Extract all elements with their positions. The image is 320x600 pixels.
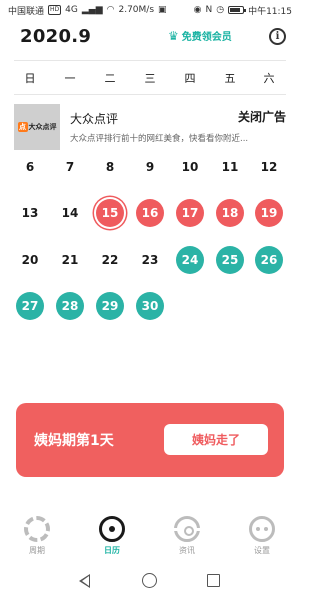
nav-item-cycle[interactable]: 周期 <box>7 516 67 556</box>
calendar-day-fertile[interactable]: 29 <box>96 292 124 320</box>
ad-description: 大众点评排行前十的网红美食，快看看你附近... <box>70 134 249 144</box>
calendar-day-fertile[interactable]: 24 <box>176 246 204 274</box>
calendar-day[interactable]: 11 <box>216 153 244 181</box>
divider <box>14 60 286 61</box>
info-icon: i <box>275 31 280 42</box>
free-vip-button[interactable]: ♛ 免费领会员 <box>168 28 232 44</box>
back-icon[interactable] <box>79 574 90 588</box>
nav-item-settings[interactable]: 设置 <box>232 516 292 556</box>
cycle-icon <box>24 516 50 542</box>
nav-label: 设置 <box>254 546 270 555</box>
eye-icon: ◉ <box>193 4 202 15</box>
calendar-day[interactable]: 21 <box>56 246 84 274</box>
calendar-day[interactable]: 22 <box>96 246 124 274</box>
settings-icon <box>249 516 275 542</box>
calendar-day-period[interactable]: 16 <box>136 199 164 227</box>
header: 2020.9 ♛ 免费领会员 i <box>0 22 300 52</box>
weekday-label: 一 <box>64 72 76 85</box>
dianping-logo: 点 大众点评 <box>14 104 60 150</box>
status-bar: 中国联通 HD 4G ▂▄▆ ◠ 2.70M/s ▣ ◉ N ◷ 中午11:15 <box>0 0 300 20</box>
system-nav-bar <box>0 568 300 600</box>
calendar-day-fertile[interactable]: 25 <box>216 246 244 274</box>
ad-title: 大众点评 <box>70 112 119 126</box>
weekday-header: 日一二三四五六 <box>0 70 300 88</box>
nav-label: 资讯 <box>179 546 195 555</box>
period-day-label: 姨妈期第1天 <box>34 433 114 449</box>
network-speed: 2.70M/s <box>118 5 155 15</box>
month-title[interactable]: 2020.9 <box>20 26 91 47</box>
calendar-day[interactable]: 7 <box>56 153 84 181</box>
calendar-grid: 6 7 8 9 10 11 12 13 14 15 16 17 18 19 20 21 22 23 24 25 26 27… <box>0 0 300 600</box>
calendar-day[interactable]: 14 <box>56 199 84 227</box>
status-time: 中午11:15 <box>248 6 292 17</box>
divider <box>14 94 286 95</box>
nav-item-calendar[interactable]: 日历 <box>82 516 142 556</box>
close-ad-button[interactable]: 关闭广告 <box>238 108 286 125</box>
calendar-day-today[interactable]: 15 <box>96 199 124 227</box>
home-icon[interactable] <box>142 573 157 588</box>
nav-item-news[interactable]: 资讯 <box>157 516 217 556</box>
nav-label: 周期 <box>29 546 45 555</box>
dianping-logo-mark: 点 <box>17 122 28 132</box>
calendar-day[interactable]: 20 <box>16 246 44 274</box>
nav-label: 日历 <box>104 546 120 555</box>
calendar-icon <box>99 516 125 542</box>
weekday-label: 四 <box>184 72 196 85</box>
calendar-day[interactable]: 12 <box>255 153 283 181</box>
calendar-day-fertile[interactable]: 27 <box>16 292 44 320</box>
calendar-day[interactable]: 23 <box>136 246 164 274</box>
calendar-day[interactable]: 6 <box>16 153 44 181</box>
calendar-day-period[interactable]: 19 <box>255 199 283 227</box>
ad-banner[interactable]: 点 大众点评 大众点评 关闭广告 大众点评排行前十的网红美食，快看看你附近... <box>14 104 286 152</box>
calendar-day[interactable]: 8 <box>96 153 124 181</box>
period-status-card: 姨妈期第1天 姨妈走了 <box>16 403 284 477</box>
alarm-icon: ◷ <box>216 4 225 15</box>
news-icon <box>174 516 200 542</box>
info-button[interactable]: i <box>269 28 286 45</box>
weekday-label: 五 <box>224 72 236 85</box>
weekday-label: 六 <box>263 72 275 85</box>
hd-badge: HD <box>48 5 62 15</box>
calendar-day-fertile[interactable]: 26 <box>255 246 283 274</box>
calendar-day[interactable]: 13 <box>16 199 44 227</box>
signal-label: 4G <box>65 4 78 15</box>
battery-icon <box>228 6 247 14</box>
crown-icon: ♛ <box>168 28 179 43</box>
free-vip-label: 免费领会员 <box>181 32 232 43</box>
weekday-label: 日 <box>24 72 36 85</box>
weekday-label: 二 <box>104 72 116 85</box>
notification-icon: ▣ <box>158 4 167 15</box>
carrier-label: 中国联通 <box>8 6 45 17</box>
calendar-day-period[interactable]: 17 <box>176 199 204 227</box>
signal-bars-icon: ▂▄▆ <box>81 4 103 15</box>
nfc-icon: N <box>205 4 213 15</box>
calendar-day-fertile[interactable]: 30 <box>136 292 164 320</box>
calendar-day[interactable]: 10 <box>176 153 204 181</box>
period-ended-button[interactable]: 姨妈走了 <box>164 424 268 455</box>
calendar-day-period[interactable]: 18 <box>216 199 244 227</box>
recents-icon[interactable] <box>207 574 220 587</box>
dianping-logo-text: 大众点评 <box>28 123 57 131</box>
wifi-icon: ◠ <box>106 4 115 15</box>
weekday-label: 三 <box>144 72 156 85</box>
calendar-day[interactable]: 9 <box>136 153 164 181</box>
bottom-nav: 周期 日历 资讯 设置 <box>0 516 300 564</box>
calendar-day-fertile[interactable]: 28 <box>56 292 84 320</box>
